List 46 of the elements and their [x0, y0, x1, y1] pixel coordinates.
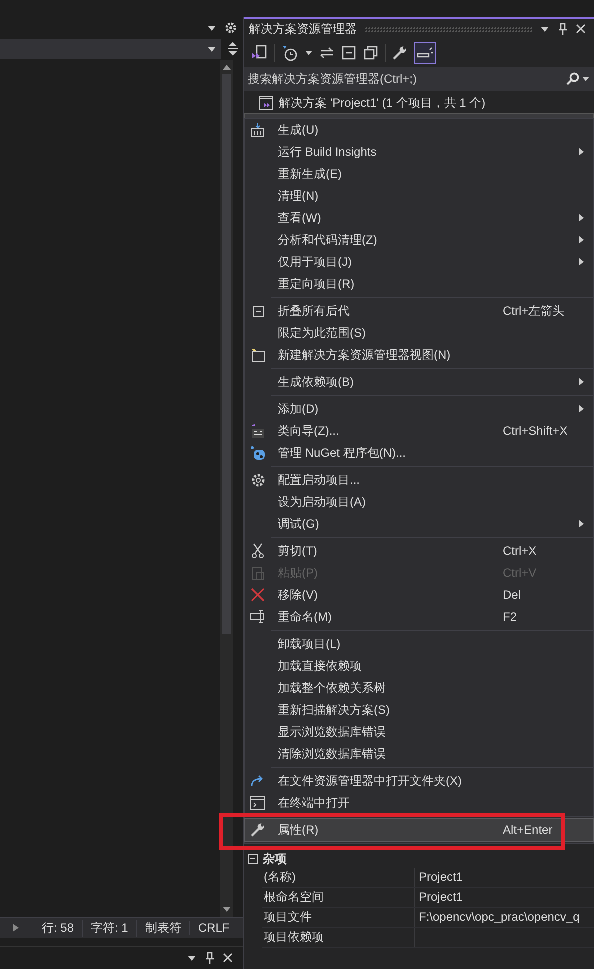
menu-item[interactable]: 查看(W): [245, 207, 593, 229]
panel-title: 解决方案资源管理器: [249, 20, 357, 38]
menu-item[interactable]: 分析和代码清理(Z): [245, 229, 593, 251]
menu-item[interactable]: 添加(D): [245, 398, 593, 420]
menu-item[interactable]: 类向导(Z)... Ctrl+Shift+X: [245, 420, 593, 442]
menu-item[interactable]: 加载整个依赖关系树: [245, 677, 593, 699]
status-item: 行: 58: [41, 920, 76, 936]
property-value: F:\opencv\opc_prac\opencv_q: [418, 909, 581, 926]
property-name: 项目依赖项: [262, 928, 415, 947]
status-item: CRLF: [189, 921, 238, 935]
property-name: 项目文件: [262, 908, 415, 927]
menu-item[interactable]: 生成依赖项(B): [245, 371, 593, 393]
tree-item[interactable]: 解决方案 'Project1' (1 个项目，共 1 个): [244, 93, 594, 113]
status-item: 制表符: [136, 920, 190, 936]
menu-item[interactable]: 加载直接依赖项: [245, 655, 593, 677]
menu-item[interactable]: 运行 Build Insights: [245, 141, 593, 163]
menu-item[interactable]: 新建解决方案资源管理器视图(N): [245, 344, 593, 366]
menu-item[interactable]: 在终端中打开: [245, 792, 593, 814]
status-item: 字符: 1: [82, 920, 136, 936]
property-name: (名称): [262, 868, 415, 887]
menu-item[interactable]: 重新生成(E): [245, 163, 593, 185]
search-field[interactable]: 搜索解决方案资源管理器(Ctrl+;): [248, 72, 564, 86]
menu-item[interactable]: 在文件资源管理器中打开文件夹(X): [245, 770, 593, 792]
menu-item[interactable]: 生成(U): [245, 119, 593, 141]
menu-item[interactable]: 清除浏览数据库错误: [245, 743, 593, 765]
menu-item[interactable]: 属性(R) Alt+Enter: [245, 819, 593, 841]
menu-item[interactable]: 重定向项目(R): [245, 273, 593, 295]
menu-item[interactable]: 重命名(M) F2: [245, 606, 593, 628]
menu-item[interactable]: 配置启动项目...: [245, 469, 593, 491]
menu-item[interactable]: 折叠所有后代 Ctrl+左箭头: [245, 300, 593, 322]
menu-item[interactable]: 重新扫描解决方案(S): [245, 699, 593, 721]
menu-item[interactable]: 管理 NuGet 程序包(N)...: [245, 442, 593, 464]
menu-item[interactable]: 卸载项目(L): [245, 633, 593, 655]
search-box[interactable]: 搜索解决方案资源管理器(Ctrl+;): [244, 67, 594, 91]
menu-item[interactable]: 清理(N): [245, 185, 593, 207]
menu-item[interactable]: 剪切(T) Ctrl+X: [245, 540, 593, 562]
menu-item[interactable]: 设为启动项目(A): [245, 491, 593, 513]
menu-item[interactable]: 调试(G): [245, 513, 593, 535]
menu-item[interactable]: 仅用于项目(J): [245, 251, 593, 273]
menu-item[interactable]: 限定为此范围(S): [245, 322, 593, 344]
property-value: Project1: [418, 869, 464, 886]
menu-item[interactable]: 显示浏览数据库错误: [245, 721, 593, 743]
menu-item[interactable]: 移除(V) Del: [245, 584, 593, 606]
property-value: Project1: [418, 889, 464, 906]
property-group: 杂项: [263, 850, 287, 868]
property-name: 根命名空间: [262, 888, 415, 907]
